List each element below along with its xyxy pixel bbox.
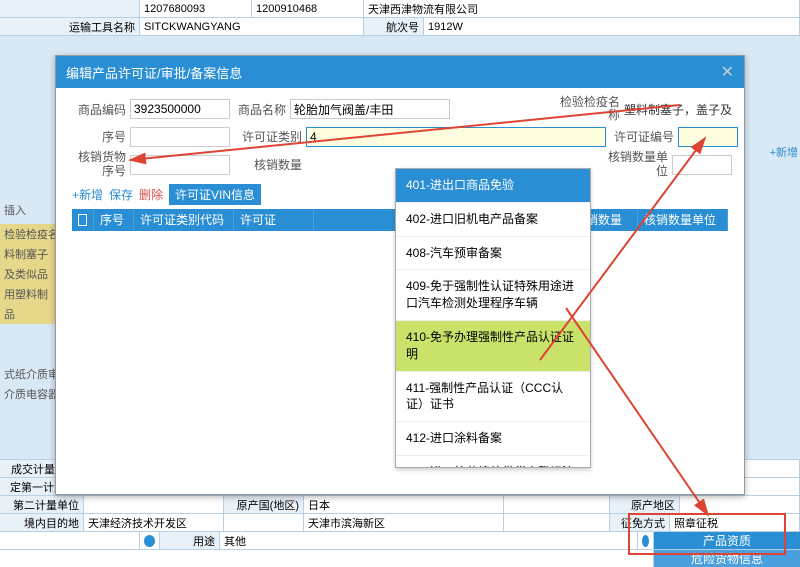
circle-icon: [642, 535, 649, 547]
product-code-label: 商品编码: [64, 99, 130, 120]
permit-type-dropdown[interactable]: 401-进出口商品免验402-进口旧机电产品备案408-汽车预审备案409-免于…: [395, 168, 591, 468]
dropdown-item[interactable]: 412-进口涂料备案: [396, 422, 590, 456]
th-seq: 序号: [94, 209, 134, 231]
verify-seq-input[interactable]: [130, 155, 230, 175]
delete-link[interactable]: 删除: [139, 186, 163, 203]
dropdown-item[interactable]: 402-进口旧机电产品备案: [396, 203, 590, 237]
product-code-input[interactable]: [130, 99, 230, 119]
dangerous-goods-button[interactable]: 危险货物信息: [654, 550, 800, 567]
permit-type-input[interactable]: [306, 127, 606, 147]
left-sidebar-fragments: 插入 检验检疫名 料制塞子 及类似品 用塑料制 品 式纸介质审 介质电容器: [0, 200, 63, 404]
side-add-link[interactable]: +新增: [770, 144, 798, 160]
vin-tab[interactable]: 许可证VIN信息: [169, 184, 261, 205]
inspect-name-value: 塑料制塞子，盖子及: [624, 101, 732, 118]
seq-input[interactable]: [130, 127, 230, 147]
product-quality-button[interactable]: 产品资质: [654, 532, 800, 549]
dropdown-item[interactable]: 411-强制性产品认证（CCC认证）证书: [396, 372, 590, 423]
verify-unit-label: 核销数量单位: [604, 149, 672, 179]
modal-header: 编辑产品许可证/审批/备案信息 ✕: [56, 56, 744, 88]
modal-title: 编辑产品许可证/审批/备案信息: [66, 63, 242, 82]
select-all-checkbox[interactable]: [78, 214, 87, 226]
inspect-name-label: 检验检疫名称: [556, 94, 624, 124]
save-link[interactable]: 保存: [109, 186, 133, 203]
verify-seq-label: 核销货物序号: [64, 149, 130, 179]
seq-label: 序号: [64, 126, 130, 147]
verify-unit-input[interactable]: [672, 155, 732, 175]
th-type-code: 许可证类别代码: [134, 209, 234, 231]
permit-type-label: 许可证类别: [234, 126, 306, 147]
permit-no-label: 许可证编号: [610, 126, 678, 147]
dropdown-item[interactable]: 410-免予办理强制性产品认证证明: [396, 321, 590, 372]
verify-qty-label: 核销数量: [234, 154, 306, 175]
dropdown-item[interactable]: 416-进口棉花境外供货商登记注册: [396, 456, 590, 468]
permit-no-input[interactable]: [678, 127, 738, 147]
dropdown-item[interactable]: 409-免于强制性认证特殊用途进口汽车检测处理程序车辆: [396, 270, 590, 321]
close-icon[interactable]: ✕: [721, 62, 734, 82]
background-grid: 1207680093 1200910468 天津西津物流有限公司 运输工具名称 …: [0, 0, 800, 36]
add-link[interactable]: +新增: [72, 186, 103, 203]
dropdown-item[interactable]: 401-进出口商品免验: [396, 169, 590, 203]
product-name-input[interactable]: [290, 99, 450, 119]
circle-icon: [144, 535, 155, 547]
dropdown-item[interactable]: 408-汽车预审备案: [396, 237, 590, 271]
product-name-label: 商品名称: [234, 99, 290, 120]
th-qty-unit: 核销数量单位: [638, 209, 728, 231]
th-permit: 许可证: [234, 209, 314, 231]
